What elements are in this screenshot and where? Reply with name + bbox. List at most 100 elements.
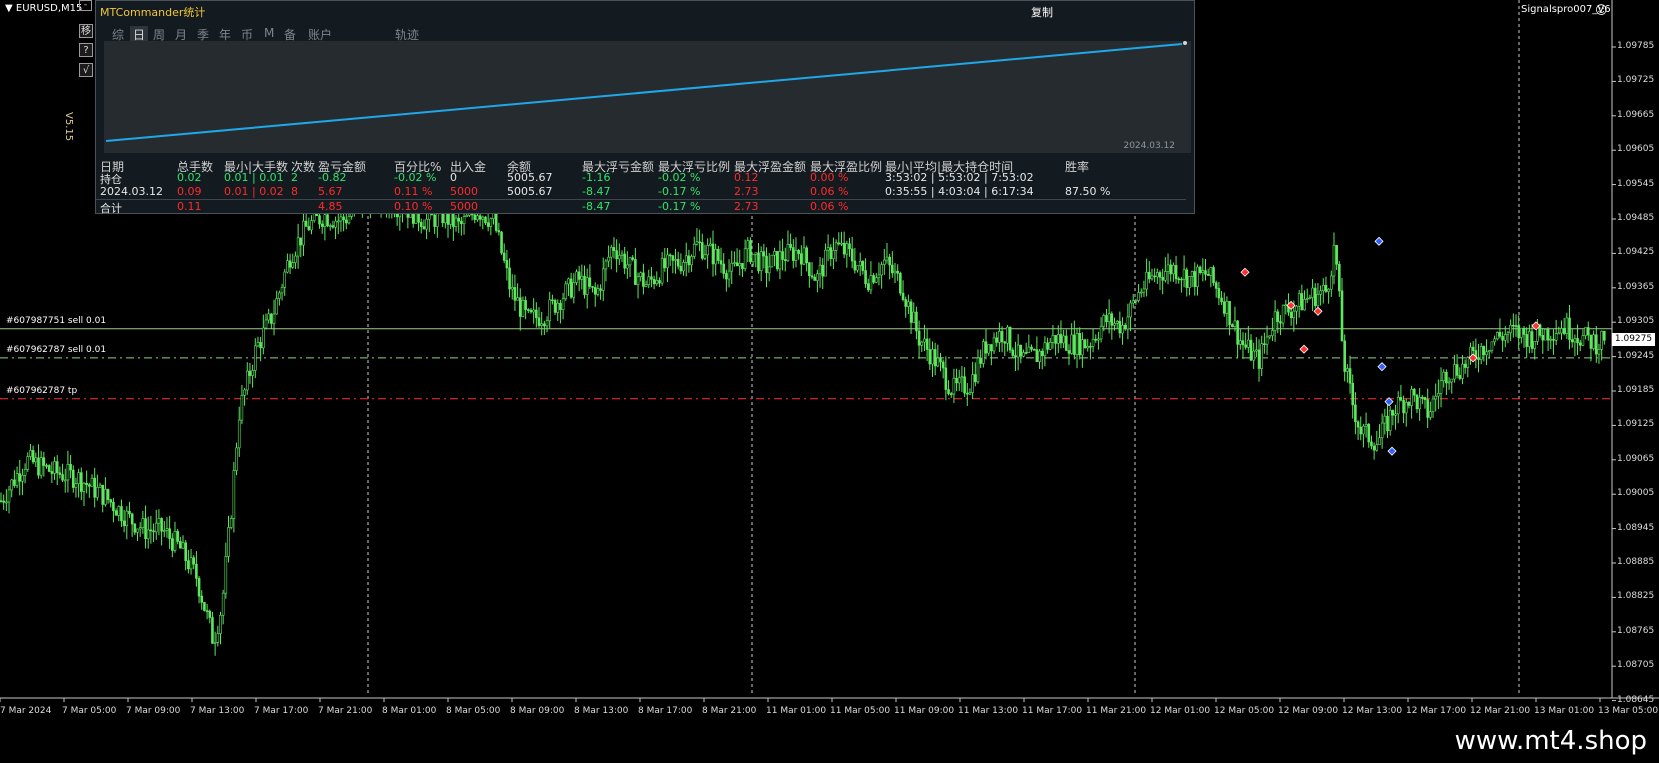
candle-body	[1048, 342, 1052, 350]
candle-body	[227, 527, 230, 557]
time-tick-label: 8 Mar 17:00	[638, 706, 693, 716]
time-tick-label: 11 Mar 13:00	[958, 706, 1019, 716]
candle-body	[1380, 422, 1384, 439]
candle-body	[1343, 340, 1346, 372]
time-tick-label: 8 Mar 01:00	[382, 706, 437, 716]
candle-body	[1324, 284, 1328, 292]
candle-body	[668, 254, 672, 257]
candle-body	[628, 257, 632, 266]
candle-body	[1506, 332, 1510, 335]
tab-magic[interactable]: M	[264, 26, 274, 40]
candle-body	[1164, 271, 1167, 281]
cell-min-max-lots: 0.01 | 0.02	[224, 185, 284, 198]
order-label[interactable]: #607962787 sell 0.01	[6, 345, 106, 355]
candle-body	[559, 302, 562, 311]
candle-body	[219, 614, 222, 634]
candle-body	[1121, 324, 1124, 334]
candle-body	[1552, 338, 1555, 341]
candle-body	[489, 218, 493, 227]
candle-body	[575, 271, 578, 283]
price-tick-label: 1.08825	[1617, 591, 1655, 602]
candle-body	[1241, 340, 1245, 346]
candle-body	[923, 338, 926, 343]
minimize-button[interactable]: -	[79, 0, 92, 11]
candle-body	[1070, 334, 1073, 354]
candle-body	[1022, 352, 1025, 357]
candle-body	[591, 286, 594, 288]
candle-body	[778, 251, 782, 270]
candle-body	[243, 389, 246, 396]
candle-body	[1054, 335, 1057, 344]
candle-body	[1059, 334, 1063, 344]
check-button[interactable]: √	[79, 63, 93, 77]
candle-body	[165, 528, 169, 531]
candle-body	[13, 479, 16, 486]
candle-body	[1126, 316, 1130, 330]
candle-body	[106, 489, 110, 501]
candle-body	[80, 472, 83, 492]
candle-body	[882, 259, 886, 265]
cell-total-lots: 0.11	[177, 200, 202, 213]
candle-body	[588, 277, 592, 287]
candle-body	[1276, 311, 1280, 322]
candle-body	[1094, 338, 1098, 341]
price-tick-label: 1.09785	[1617, 41, 1655, 51]
candle-body	[609, 247, 613, 258]
candle-body	[1447, 381, 1451, 384]
candle-body	[834, 242, 838, 251]
candle-body	[494, 212, 498, 231]
candle-body	[141, 518, 145, 528]
candle-body	[21, 474, 24, 482]
candle-body	[821, 264, 825, 277]
candle-body	[1514, 325, 1518, 327]
candle-body	[120, 506, 123, 522]
candle-body	[55, 461, 59, 474]
candle-body	[767, 266, 771, 274]
candle-body	[583, 275, 586, 295]
candle-body	[112, 501, 115, 512]
time-tick-label: 12 Mar 01:00	[1150, 706, 1211, 716]
candle-body	[1308, 297, 1312, 299]
candle-body	[947, 389, 950, 394]
candle-body	[907, 301, 910, 307]
candle-body	[0, 500, 3, 503]
candle-body	[746, 240, 750, 250]
copy-button[interactable]: 复制	[1031, 4, 1053, 20]
order-label[interactable]: #607987751 sell 0.01	[6, 316, 106, 326]
candle-body	[1503, 334, 1507, 341]
candle-body	[698, 241, 701, 244]
price-tick-label: 1.09605	[1617, 144, 1655, 155]
move-button[interactable]: 移	[79, 24, 93, 38]
cell-balance: 5005.67	[507, 185, 553, 198]
candle-body	[1372, 445, 1376, 451]
price-tick-label: 1.09365	[1617, 281, 1655, 292]
candle-body	[722, 263, 726, 274]
candle-body	[1525, 334, 1528, 347]
candle-body	[283, 271, 287, 288]
candle-body	[1410, 388, 1413, 406]
dropdown-triangle-icon[interactable]: ▼	[5, 3, 13, 14]
candle-body	[1338, 263, 1341, 292]
order-label[interactable]: #607962787 tp	[6, 386, 77, 396]
candle-body	[181, 542, 185, 549]
candle-body	[572, 282, 576, 298]
candle-body	[262, 327, 265, 349]
cell-balance: 5005.67	[507, 171, 553, 184]
candle-body	[1541, 335, 1545, 341]
candle-body	[1196, 266, 1199, 287]
candle-body	[264, 319, 268, 329]
candle-body	[1313, 287, 1317, 307]
candle-body	[248, 370, 252, 376]
candle-body	[920, 341, 924, 346]
candle-body	[1065, 335, 1068, 351]
price-tick-label: 1.09005	[1617, 488, 1655, 499]
candle-body	[82, 482, 86, 492]
candle-body	[1378, 437, 1381, 445]
candle-body	[1134, 300, 1138, 302]
candle-body	[1429, 411, 1432, 418]
candle-body	[1509, 324, 1512, 334]
candle-body	[858, 260, 862, 266]
candle-body	[524, 300, 527, 310]
candle-body	[149, 529, 153, 532]
help-button[interactable]: ?	[79, 43, 93, 57]
